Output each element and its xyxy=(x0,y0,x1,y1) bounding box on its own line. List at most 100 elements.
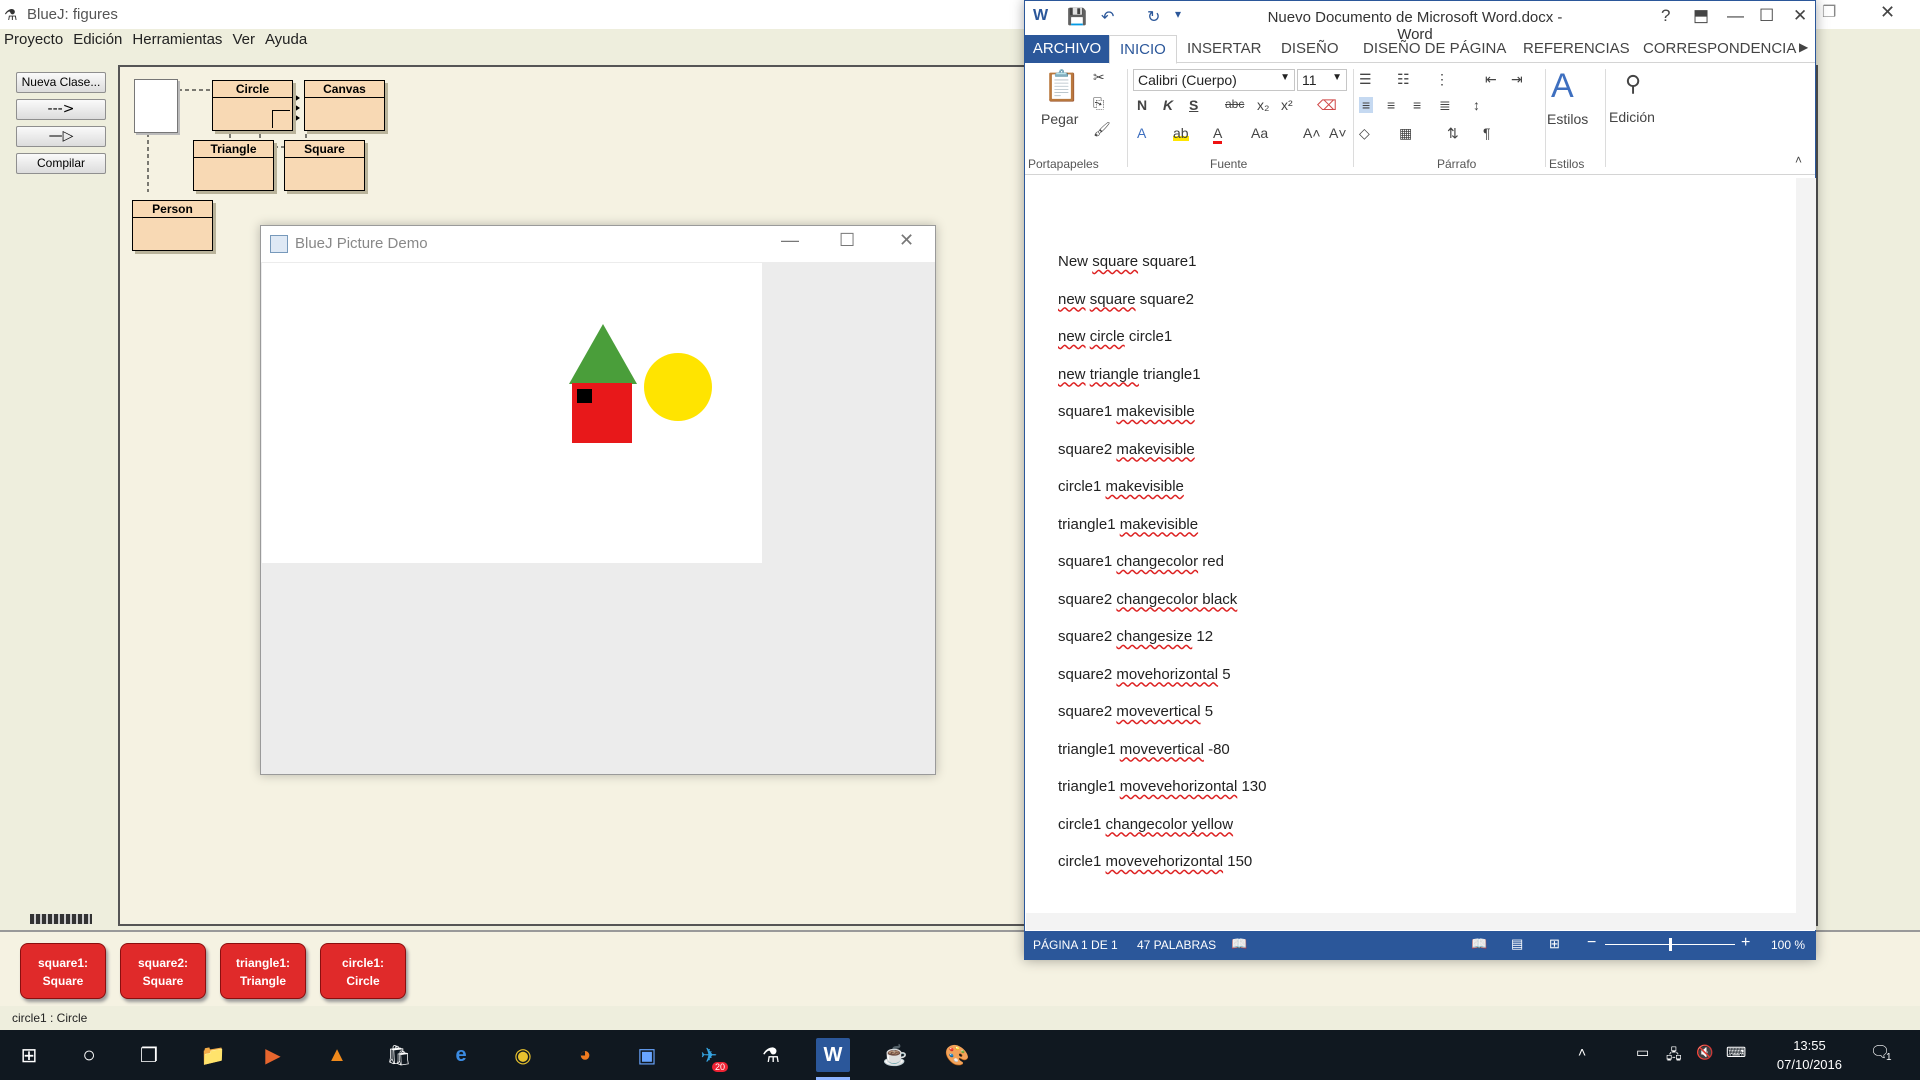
change-case-icon[interactable]: Aa xyxy=(1251,125,1268,141)
page-indicator[interactable]: PÁGINA 1 DE 1 xyxy=(1033,938,1118,952)
document-line[interactable]: square2 changecolor black xyxy=(1058,591,1237,608)
multilevel-list-icon[interactable]: ⋮ xyxy=(1435,71,1449,88)
web-layout-icon[interactable]: ⊞ xyxy=(1549,936,1560,952)
word-count[interactable]: 47 PALABRAS xyxy=(1137,938,1216,952)
zoom-out-icon[interactable]: − xyxy=(1587,934,1596,952)
class-triangle[interactable]: Triangle xyxy=(193,140,274,191)
tab-diseno[interactable]: DISEÑO xyxy=(1281,40,1339,57)
volume-muted-icon[interactable]: 🔇 xyxy=(1696,1044,1713,1061)
bullets-icon[interactable]: ☰ xyxy=(1359,71,1372,88)
network-icon[interactable]: 🖧 xyxy=(1666,1044,1682,1068)
document-line[interactable]: new square square2 xyxy=(1058,291,1194,308)
close-icon[interactable]: ✕ xyxy=(1793,6,1807,26)
task-view-icon[interactable]: ❐ xyxy=(132,1038,166,1072)
grow-font-icon[interactable]: A˄ xyxy=(1303,125,1321,141)
dependency-arrow-button[interactable]: ---> xyxy=(16,99,106,120)
line-spacing-icon[interactable]: ↕ xyxy=(1473,97,1480,113)
object-circle1[interactable]: circle1: Circle xyxy=(320,943,406,999)
zoom-slider-thumb[interactable] xyxy=(1669,938,1672,951)
media-player-icon[interactable]: ▶ xyxy=(256,1038,290,1072)
restore-icon[interactable]: ❐ xyxy=(1822,2,1836,22)
tab-insertar[interactable]: INSERTAR xyxy=(1187,40,1261,57)
store-icon[interactable]: 🛍 xyxy=(382,1038,416,1072)
inheritance-arrow-button[interactable]: —▷ xyxy=(16,126,106,147)
tab-archivo[interactable]: ARCHIVO xyxy=(1025,35,1109,63)
proofing-icon[interactable]: 📖 xyxy=(1231,936,1247,952)
tab-correspondencia[interactable]: CORRESPONDENCIA xyxy=(1643,40,1796,57)
chrome-icon[interactable]: ◉ xyxy=(506,1038,540,1072)
battery-icon[interactable]: ▭ xyxy=(1636,1044,1649,1061)
window-app-icon[interactable]: ▣ xyxy=(630,1038,664,1072)
ribbon-display-icon[interactable]: ⬒ xyxy=(1693,6,1709,26)
menu-ayuda[interactable]: Ayuda xyxy=(265,31,307,53)
minimize-icon[interactable]: — xyxy=(1727,6,1744,26)
maximize-icon[interactable]: ☐ xyxy=(839,230,855,251)
bold-button[interactable]: N xyxy=(1137,97,1147,113)
new-class-button[interactable]: Nueva Clase... xyxy=(16,72,106,93)
decrease-indent-icon[interactable]: ⇤ xyxy=(1485,71,1497,88)
clear-formatting-icon[interactable]: ⌫ xyxy=(1317,97,1337,114)
zoom-in-icon[interactable]: + xyxy=(1741,934,1750,952)
vertical-scrollbar[interactable] xyxy=(1796,178,1816,930)
telegram-icon[interactable]: ✈ 20 xyxy=(692,1038,728,1072)
object-triangle1[interactable]: triangle1: Triangle xyxy=(220,943,306,999)
paint-icon[interactable]: 🎨 xyxy=(940,1038,974,1072)
sort-icon[interactable]: ⇅ xyxy=(1447,125,1459,142)
document-line[interactable]: triangle1 movevehorizontal 130 xyxy=(1058,778,1266,795)
superscript-icon[interactable]: x² xyxy=(1281,97,1293,113)
underline-button[interactable]: S xyxy=(1189,97,1198,113)
show-hidden-icons-icon[interactable]: ˄ xyxy=(1578,1044,1586,1060)
maximize-icon[interactable]: ☐ xyxy=(1759,6,1774,26)
taskbar-clock[interactable]: 13:55 07/10/2016 xyxy=(1777,1036,1842,1074)
cut-icon[interactable]: ✂ xyxy=(1093,69,1105,86)
align-center-icon[interactable]: ≡ xyxy=(1387,97,1395,113)
menu-herramientas[interactable]: Herramientas xyxy=(132,31,222,53)
menu-ver[interactable]: Ver xyxy=(232,31,255,53)
collapse-ribbon-icon[interactable]: ˄ xyxy=(1795,153,1802,167)
tab-diseno-pagina[interactable]: DISEÑO DE PÁGINA xyxy=(1363,40,1506,57)
font-name-select[interactable]: Calibri (Cuerpo) ▼ xyxy=(1133,69,1295,91)
borders-icon[interactable]: ▦ xyxy=(1399,125,1412,142)
object-square2[interactable]: square2: Square xyxy=(120,943,206,999)
document-line[interactable]: square2 changesize 12 xyxy=(1058,628,1213,645)
italic-button[interactable]: K xyxy=(1163,97,1173,113)
show-marks-icon[interactable]: ¶ xyxy=(1483,125,1491,141)
increase-indent-icon[interactable]: ⇥ xyxy=(1511,71,1523,88)
close-icon[interactable]: ✕ xyxy=(899,230,914,251)
paste-icon[interactable]: 📋 xyxy=(1043,69,1080,104)
strikethrough-icon[interactable]: abc xyxy=(1225,97,1244,111)
document-page[interactable]: New square square1 new square square2 new … xyxy=(1026,178,1796,913)
menu-edicion[interactable]: Edición xyxy=(73,31,122,53)
format-painter-icon[interactable]: 🖌 xyxy=(1093,121,1111,138)
shading-icon[interactable]: ◇ xyxy=(1359,125,1370,142)
document-line[interactable]: circle1 movevehorizontal 150 xyxy=(1058,853,1252,870)
object-square1[interactable]: square1: Square xyxy=(20,943,106,999)
styles-icon[interactable]: A xyxy=(1551,67,1574,106)
paste-button[interactable]: Pegar xyxy=(1041,111,1078,127)
print-layout-icon[interactable]: ▤ xyxy=(1511,936,1523,952)
highlight-icon[interactable]: ab xyxy=(1173,125,1189,141)
zoom-level[interactable]: 100 % xyxy=(1771,938,1805,952)
tab-scroll-right-icon[interactable]: ▶ xyxy=(1799,40,1808,54)
tab-referencias[interactable]: REFERENCIAS xyxy=(1523,40,1630,57)
minimize-icon[interactable]: — xyxy=(781,230,799,251)
start-icon[interactable]: ⊞ xyxy=(12,1038,46,1072)
help-icon[interactable]: ? xyxy=(1661,6,1670,26)
justify-icon[interactable]: ≣ xyxy=(1439,97,1451,114)
document-line[interactable]: square2 movevertical 5 xyxy=(1058,703,1213,720)
font-color-icon[interactable]: A xyxy=(1213,125,1223,144)
document-line[interactable]: square2 movehorizontal 5 xyxy=(1058,666,1231,683)
vlc-icon[interactable]: ▲ xyxy=(320,1038,354,1072)
styles-button[interactable]: Estilos xyxy=(1547,111,1588,127)
document-line[interactable]: square1 makevisible xyxy=(1058,403,1195,420)
document-line[interactable]: square1 changecolor red xyxy=(1058,553,1224,570)
bench-resize-handle[interactable] xyxy=(30,914,92,924)
class-square[interactable]: Square xyxy=(284,140,365,191)
keyboard-icon[interactable]: ⌨ xyxy=(1726,1044,1746,1061)
class-circle[interactable]: Circle xyxy=(212,80,293,131)
file-explorer-icon[interactable]: 📁 xyxy=(196,1038,230,1072)
document-line[interactable]: new circle circle1 xyxy=(1058,328,1172,345)
java-taskbar-icon[interactable]: ☕ xyxy=(878,1038,912,1072)
document-line[interactable]: circle1 makevisible xyxy=(1058,478,1184,495)
close-icon[interactable]: ✕ xyxy=(1880,2,1895,23)
